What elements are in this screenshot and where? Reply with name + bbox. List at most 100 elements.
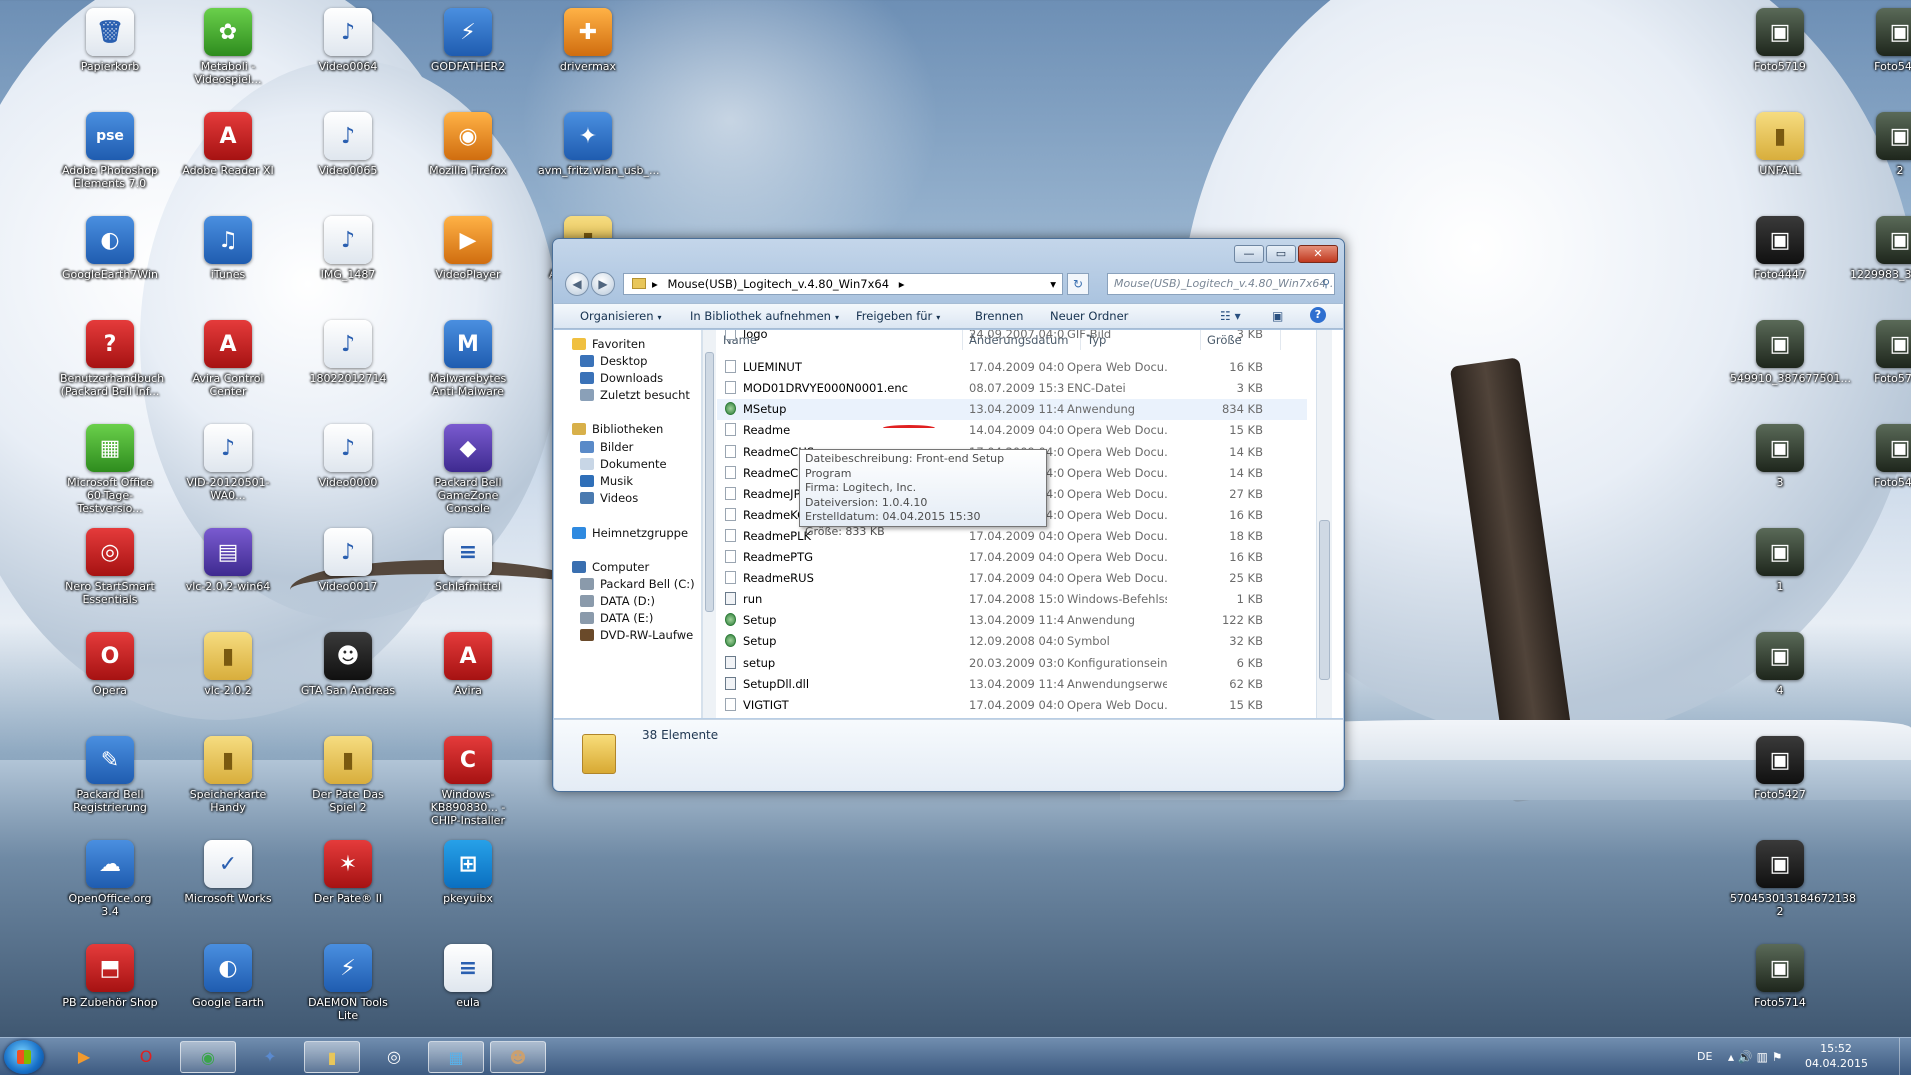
desktop-icon[interactable]: ▣ Foto5434 (1850, 424, 1911, 489)
help-icon[interactable]: ? (1310, 307, 1326, 323)
refresh-icon[interactable]: ↻ (1067, 273, 1089, 295)
navigation-scroll-thumb[interactable] (705, 352, 714, 612)
file-row[interactable]: ReadmeRUS 17.04.2009 04:00 Opera Web Docu.… (717, 568, 1307, 589)
taskbar-button-media-player[interactable]: ▶ (56, 1041, 112, 1073)
language-indicator[interactable]: DE (1697, 1038, 1712, 1075)
clock[interactable]: 15:52 04.04.2015 (1805, 1041, 1868, 1071)
desktop-icon[interactable]: ◐ GoogleEarth7Win (60, 216, 160, 281)
search-icon[interactable]: ⚲ (1322, 274, 1330, 294)
chevron-down-icon[interactable]: ▾ (1050, 274, 1056, 294)
desktop-icon[interactable]: ▣ Foto5714 (1730, 944, 1830, 1009)
desktop-icon[interactable]: ▣ Foto5719 (1730, 8, 1830, 73)
taskbar-button-explorer[interactable]: ▮ (304, 1041, 360, 1073)
start-button[interactable] (4, 1040, 44, 1074)
desktop-icon[interactable]: ✦ avm_fritz.wlan_usb_... (538, 112, 659, 177)
desktop-icon[interactable]: ▣ Foto5427 (1730, 736, 1830, 801)
desktop-icon[interactable]: ♪ Video0065 (298, 112, 398, 177)
file-row[interactable]: setup 20.03.2009 03:00Konfigurationsein..… (717, 653, 1307, 674)
new-folder-button[interactable]: Neuer Ordner (1050, 304, 1128, 328)
desktop-icon[interactable]: ◉ Mozilla Firefox (418, 112, 518, 177)
desktop-icon[interactable]: ▣ 549910_387677501... (1730, 320, 1851, 385)
file-row[interactable]: run 17.04.2008 15:01Windows-Befehlss... 1 … (717, 589, 1307, 610)
burn-button[interactable]: Brennen (975, 304, 1023, 328)
nav-item[interactable]: Bibliotheken (572, 419, 663, 439)
file-row[interactable]: MOD01DRVYE000N0001.enc 08.07.2009 15:38 EN… (717, 378, 1307, 399)
address-bar[interactable]: ▸ Mouse(USB)_Logitech_v.4.80_Win7x64 ▸ ▾ (623, 273, 1063, 295)
desktop-icon[interactable]: A Adobe Reader XI (178, 112, 278, 177)
desktop-icon[interactable]: 🗑 Papierkorb (60, 8, 160, 73)
file-row[interactable]: Setup 12.09.2008 04:00 Symbol 32 KB (717, 631, 1307, 652)
show-desktop-button[interactable] (1899, 1038, 1911, 1075)
nav-item[interactable]: Heimnetzgruppe (572, 523, 688, 543)
desktop-icon[interactable]: O Opera (60, 632, 160, 697)
desktop-icon[interactable]: ♪ IMG_1487 (298, 216, 398, 281)
desktop-icon[interactable]: A Avira Control Center (178, 320, 278, 398)
desktop-icon[interactable]: ▣ 4 (1730, 632, 1830, 697)
desktop-icon[interactable]: ▣ 1229983_387677011... (1850, 216, 1911, 281)
desktop-icon[interactable]: ⬒ PB Zubehör Shop (60, 944, 160, 1009)
file-row[interactable]: logo 24.09.2007 04:00 GIF-Bild 3 KB (717, 330, 1307, 345)
minimize-button[interactable]: — (1234, 245, 1264, 263)
desktop-icon[interactable]: ▦ Microsoft Office 60-Tage-Testversio... (60, 424, 160, 515)
file-row[interactable]: Setup 13.04.2009 11:47 Anwendung 122 KB (717, 610, 1307, 631)
desktop-icon[interactable]: ▮ Der Pate Das Spiel 2 (298, 736, 398, 814)
view-options-icon[interactable]: ☷ ▾ (1220, 307, 1241, 325)
search-input[interactable]: Mouse(USB)_Logitech_v.4.80_Win7x64 ... ⚲ (1107, 273, 1335, 295)
desktop-icon[interactable]: ♪ VID-20120501-WA0... (178, 424, 278, 502)
file-row[interactable]: MSetup 13.04.2009 11:47 Anwendung 834 KB (717, 399, 1307, 421)
nav-item[interactable]: Zuletzt besucht (580, 385, 690, 405)
desktop-icon[interactable]: ▣ 3 (1730, 424, 1830, 489)
navigation-pane-scrollbar[interactable] (702, 330, 716, 718)
desktop-icon[interactable]: ☁ OpenOffice.org 3.4 (60, 840, 160, 918)
taskbar-button-control-panel[interactable]: ▦ (428, 1041, 484, 1073)
taskbar-button-tool[interactable]: ✦ (242, 1041, 298, 1073)
desktop-icon[interactable]: ◆ Packard Bell GameZone Console (418, 424, 518, 515)
taskbar-button-chrome[interactable]: ◉ (180, 1041, 236, 1073)
desktop-icon[interactable]: ♪ Video0017 (298, 528, 398, 593)
address-path-segment[interactable]: Mouse(USB)_Logitech_v.4.80_Win7x64 (667, 277, 889, 291)
file-row[interactable]: SetupDll.dll 13.04.2009 11:47 Anwendungser… (717, 674, 1307, 695)
desktop-icon[interactable]: ≡ eula (418, 944, 518, 1009)
desktop-icon[interactable]: ✚ drivermax (538, 8, 638, 73)
desktop-icon[interactable]: C Windows-KB890830... - CHIP-Installer (418, 736, 518, 827)
forward-button[interactable]: ▶ (591, 272, 615, 296)
back-button[interactable]: ◀ (565, 272, 589, 296)
desktop-icon[interactable]: ♪ Video0000 (298, 424, 398, 489)
desktop-icon[interactable]: ✶ Der Pate® II (298, 840, 398, 905)
desktop-icon[interactable]: M Malwarebytes Anti-Malware (418, 320, 518, 398)
nav-item[interactable]: DVD-RW-Laufwe (580, 625, 693, 645)
taskbar-button-app-circle[interactable]: ◎ (366, 1041, 422, 1073)
desktop-icon[interactable]: ⊞ pkeyuibx (418, 840, 518, 905)
desktop-icon[interactable]: ▣ Foto5433 (1850, 8, 1911, 73)
desktop-icon[interactable]: ▮ Speicherkarte Handy (178, 736, 278, 814)
taskbar-button-opera[interactable]: O (118, 1041, 174, 1073)
desktop-icon[interactable]: ≡ Schlafmittel (418, 528, 518, 593)
include-library-menu[interactable]: In Bibliothek aufnehmen ▾ (690, 304, 839, 330)
desktop-icon[interactable]: ▣ 570453013184672138 2 (1730, 840, 1856, 918)
preview-pane-icon[interactable]: ▣ (1272, 307, 1283, 325)
desktop-icon[interactable]: pse Adobe Photoshop Elements 7.0 (60, 112, 160, 190)
maximize-button[interactable]: ▭ (1266, 245, 1296, 263)
desktop-icon[interactable]: ✓ Microsoft Works (178, 840, 278, 905)
desktop-icon[interactable]: ✿ Metaboli - Videospiel... (178, 8, 278, 86)
share-with-menu[interactable]: Freigeben für ▾ (856, 304, 940, 330)
system-tray-icons[interactable]: ▴ 🔊 ▥ ⚑ (1728, 1038, 1783, 1075)
desktop-icon[interactable]: ⚡ GODFATHER2 (418, 8, 518, 73)
desktop-icon[interactable]: ♫ iTunes (178, 216, 278, 281)
desktop-icon[interactable]: ? Benutzerhandbuch (Packard Bell Inf... (60, 320, 164, 398)
desktop-icon[interactable]: ▣ Foto4447 (1730, 216, 1830, 281)
desktop-icon[interactable]: ▣ Foto5736 (1850, 320, 1911, 385)
file-row[interactable]: VIGTIGT 17.04.2009 04:00 Opera Web Docu...… (717, 695, 1307, 716)
file-list-scroll-thumb[interactable] (1319, 520, 1330, 680)
desktop-icon[interactable]: ⚡ DAEMON Tools Lite (298, 944, 398, 1022)
file-list-scrollbar[interactable] (1316, 330, 1332, 718)
desktop-icon[interactable]: ▣ 2 (1850, 112, 1911, 177)
desktop-icon[interactable]: A Avira (418, 632, 518, 697)
desktop-icon[interactable]: ◐ Google Earth (178, 944, 278, 1009)
desktop-icon[interactable]: ▣ 1 (1730, 528, 1830, 593)
close-button[interactable]: ✕ (1298, 245, 1338, 263)
desktop-icon[interactable]: ◎ Nero StartSmart Essentials (60, 528, 160, 606)
organize-menu[interactable]: Organisieren ▾ (580, 304, 662, 330)
desktop-icon[interactable]: ▶ VideoPlayer (418, 216, 518, 281)
file-row[interactable]: ReadmePTG 17.04.2009 04:00 Opera Web Docu.… (717, 547, 1307, 568)
